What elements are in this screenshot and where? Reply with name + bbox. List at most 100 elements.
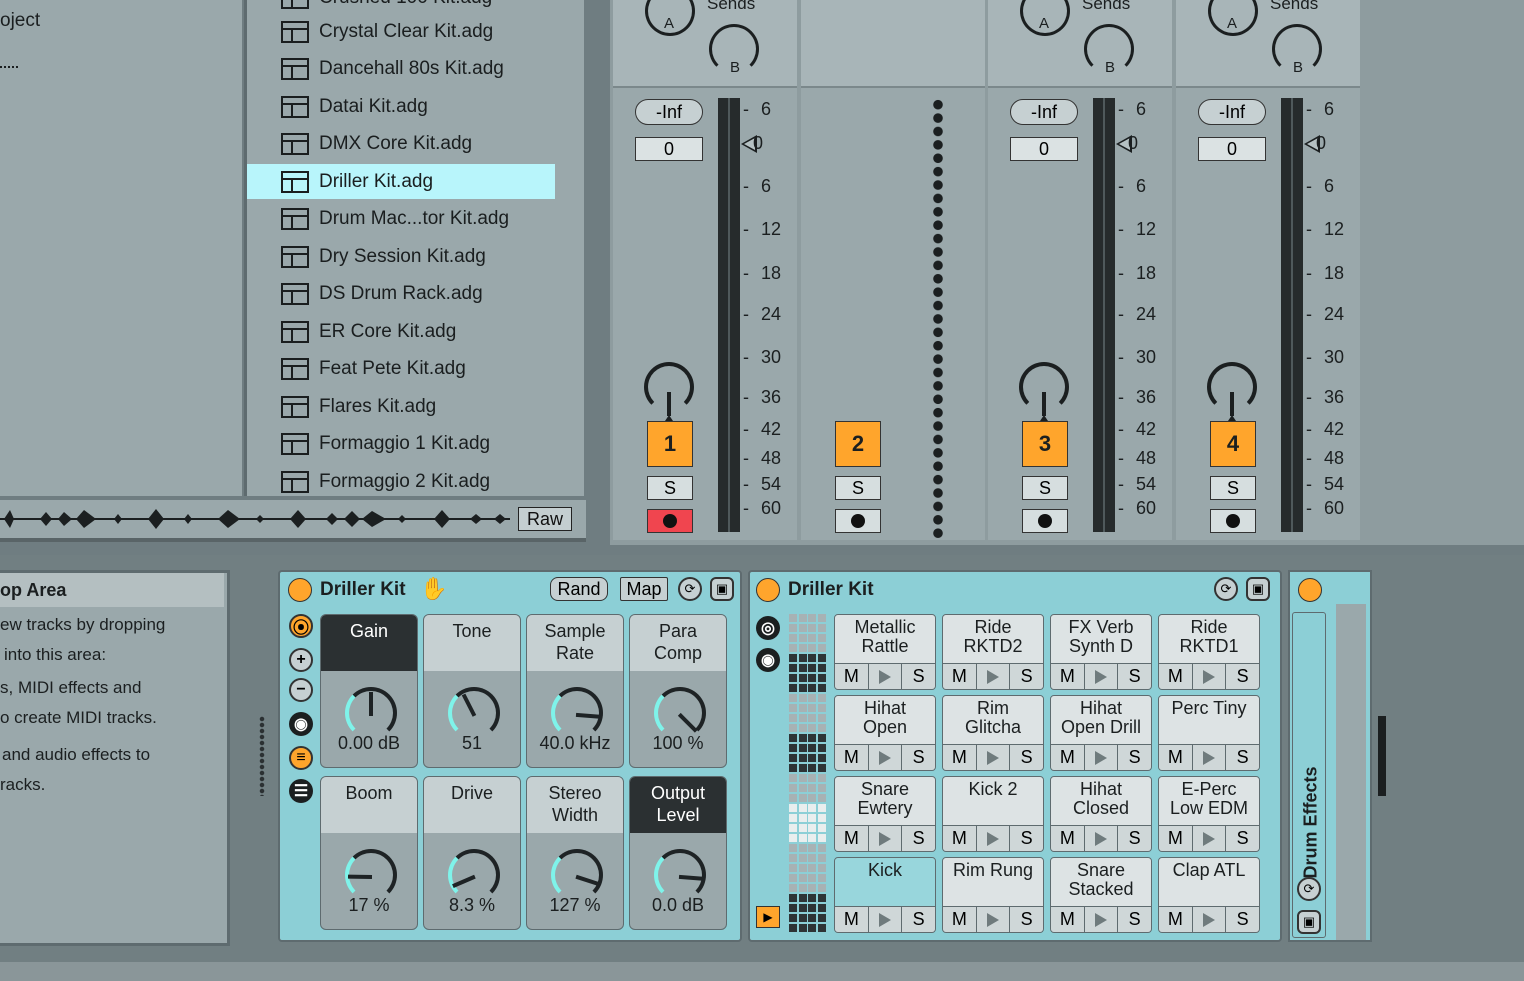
pad-mute-button[interactable]: M bbox=[1159, 664, 1193, 689]
track-activator-1[interactable]: 1 bbox=[647, 421, 693, 467]
drop-area[interactable]: op Area ew tracks by dropping into this … bbox=[0, 570, 230, 946]
pan-value[interactable]: 0 bbox=[635, 137, 703, 161]
drum-pad[interactable]: Snare Ewtery M S bbox=[834, 776, 936, 852]
volume-display[interactable]: -Inf bbox=[1198, 99, 1266, 125]
snapshot-icon[interactable]: ◉ bbox=[289, 712, 313, 736]
pad-mute-button[interactable]: M bbox=[943, 664, 977, 689]
pad-mute-button[interactable]: M bbox=[1159, 907, 1193, 932]
pad-mute-button[interactable]: M bbox=[1159, 745, 1193, 770]
save-preset-icon[interactable]: ▣ bbox=[1246, 577, 1270, 601]
hot-swap-icon[interactable]: ⟳ bbox=[1297, 877, 1321, 901]
pad-solo-button[interactable]: S bbox=[902, 907, 935, 932]
macro-boom[interactable]: Boom 17 % bbox=[320, 776, 418, 930]
pad-solo-button[interactable]: S bbox=[902, 745, 935, 770]
drum-pad[interactable]: Hihat Open M S bbox=[834, 695, 936, 771]
pad-solo-button[interactable]: S bbox=[1010, 664, 1043, 689]
pad-play-button[interactable] bbox=[977, 745, 1011, 770]
arm-button[interactable] bbox=[647, 509, 693, 533]
pad-play-button[interactable] bbox=[869, 745, 903, 770]
pad-mute-button[interactable]: M bbox=[1051, 745, 1085, 770]
auto-select-icon[interactable]: ▶ bbox=[756, 906, 780, 928]
pad-solo-button[interactable]: S bbox=[1118, 745, 1151, 770]
browser-item[interactable]: Formaggio 1 Kit.adg bbox=[247, 427, 555, 462]
drum-pad[interactable]: Perc Tiny M S bbox=[1158, 695, 1260, 771]
pad-solo-button[interactable]: S bbox=[1226, 745, 1259, 770]
macro-knob[interactable] bbox=[345, 849, 397, 901]
drum-pad[interactable]: FX Verb Synth DM S bbox=[1050, 614, 1152, 690]
pad-mute-button[interactable]: M bbox=[943, 907, 977, 932]
pad-solo-button[interactable]: S bbox=[1118, 664, 1151, 689]
pad-play-button[interactable] bbox=[977, 907, 1011, 932]
map-button[interactable]: Map bbox=[620, 577, 668, 601]
macro-drive[interactable]: Drive 8.3 % bbox=[423, 776, 521, 930]
drum-pad[interactable]: Ride RKTD1 M S bbox=[1158, 614, 1260, 690]
browser-item[interactable]: Feat Pete Kit.adg bbox=[247, 352, 555, 387]
add-macro-icon[interactable]: + bbox=[289, 648, 313, 672]
pad-play-button[interactable] bbox=[869, 826, 903, 851]
solo-button[interactable]: S bbox=[1022, 476, 1068, 500]
pad-solo-button[interactable]: S bbox=[1226, 826, 1259, 851]
drum-pad[interactable]: E-Perc Low EDM M S bbox=[1158, 776, 1260, 852]
macro-knob[interactable] bbox=[551, 687, 603, 739]
rand-button[interactable]: Rand bbox=[550, 577, 608, 601]
track-activator-2[interactable]: 2 bbox=[835, 421, 881, 467]
pad-play-button[interactable] bbox=[1193, 745, 1227, 770]
pad-mute-button[interactable]: M bbox=[835, 745, 869, 770]
volume-display[interactable]: -Inf bbox=[635, 99, 703, 125]
browser-item[interactable]: Driller Kit.adg bbox=[247, 164, 555, 199]
scrollbar[interactable] bbox=[1378, 716, 1386, 796]
device-list-icon[interactable]: ☰ bbox=[289, 779, 313, 803]
macro-output-level[interactable]: Output Level 0.0 dB bbox=[629, 776, 727, 930]
pad-play-button[interactable] bbox=[1193, 664, 1227, 689]
pad-play-button[interactable] bbox=[869, 907, 903, 932]
pan-value[interactable]: 0 bbox=[1198, 137, 1266, 161]
macro-knob[interactable] bbox=[654, 849, 706, 901]
solo-button[interactable]: S bbox=[647, 476, 693, 500]
browser-item[interactable]: Flares Kit.adg bbox=[247, 389, 555, 424]
solo-button[interactable]: S bbox=[835, 476, 881, 500]
drum-pad[interactable]: Hihat Open Drill M S bbox=[1050, 695, 1152, 771]
pad-solo-button[interactable]: S bbox=[1118, 826, 1151, 851]
pan-knob[interactable] bbox=[644, 362, 694, 412]
arm-button[interactable] bbox=[1022, 509, 1068, 533]
macro-tone[interactable]: Tone 51 bbox=[423, 614, 521, 768]
macro-para-comp[interactable]: Para Comp 100 % bbox=[629, 614, 727, 768]
pad-play-button[interactable] bbox=[1085, 745, 1119, 770]
pad-overview-grid[interactable] bbox=[789, 614, 827, 932]
drum-pad[interactable]: Kick M S bbox=[834, 857, 936, 933]
pad-play-button[interactable] bbox=[977, 664, 1011, 689]
send-b-knob[interactable]: B bbox=[709, 24, 759, 76]
browser-item[interactable]: DS Drum Rack.adg bbox=[247, 277, 555, 312]
macro-sample-rate[interactable]: Sample Rate 40.0 kHz bbox=[526, 614, 624, 768]
pad-mute-button[interactable]: M bbox=[1051, 826, 1085, 851]
save-preset-icon[interactable]: ▣ bbox=[710, 577, 734, 601]
save-preset-icon[interactable]: ▣ bbox=[1297, 910, 1321, 934]
send-b-knob[interactable]: B bbox=[1272, 24, 1322, 76]
pad-solo-button[interactable]: S bbox=[1010, 745, 1043, 770]
track-activator-3[interactable]: 3 bbox=[1022, 421, 1068, 467]
pad-solo-button[interactable]: S bbox=[1226, 664, 1259, 689]
snapshot-icon[interactable]: ◉ bbox=[756, 648, 780, 672]
track-activator-4[interactable]: 4 bbox=[1210, 421, 1256, 467]
solo-button[interactable]: S bbox=[1210, 476, 1256, 500]
arm-button[interactable] bbox=[1210, 509, 1256, 533]
pad-play-button[interactable] bbox=[1193, 826, 1227, 851]
mute-view-icon[interactable]: ◎ bbox=[756, 616, 780, 640]
browser-item[interactable]: ER Core Kit.adg bbox=[247, 314, 555, 349]
pad-play-button[interactable] bbox=[1085, 826, 1119, 851]
browser-item[interactable]: Dancehall 80s Kit.adg bbox=[247, 52, 555, 87]
pad-play-button[interactable] bbox=[869, 664, 903, 689]
preview-waveform[interactable] bbox=[0, 500, 586, 542]
pad-solo-button[interactable]: S bbox=[902, 664, 935, 689]
browser-item[interactable]: Dry Session Kit.adg bbox=[247, 239, 555, 274]
macro-toggle-icon[interactable]: ⦿ bbox=[289, 614, 313, 638]
device-on-button[interactable] bbox=[288, 578, 312, 602]
drum-pad[interactable]: Hihat Closed M S bbox=[1050, 776, 1152, 852]
macro-knob[interactable] bbox=[345, 687, 397, 739]
pad-mute-button[interactable]: M bbox=[835, 664, 869, 689]
raw-button[interactable]: Raw bbox=[518, 507, 572, 531]
drum-pad[interactable]: Rim Rung M S bbox=[942, 857, 1044, 933]
browser-item[interactable]: Crystal Clear Kit.adg bbox=[247, 14, 555, 49]
pad-play-button[interactable] bbox=[1193, 907, 1227, 932]
drum-pad[interactable]: Metallic Rattle M S bbox=[834, 614, 936, 690]
